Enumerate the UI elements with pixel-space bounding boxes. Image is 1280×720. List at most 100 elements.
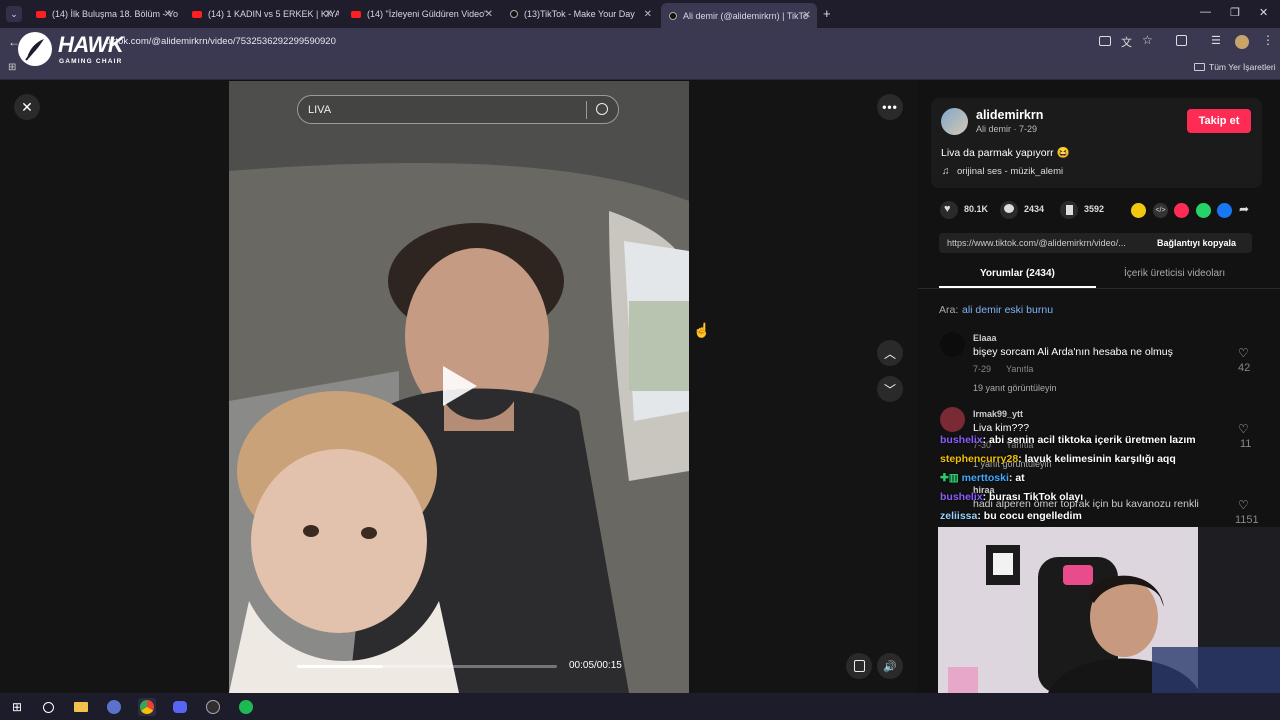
bookmark-star-icon[interactable]: ☆ — [1142, 33, 1153, 47]
video-progress-bar[interactable] — [297, 665, 557, 668]
comment-like-icon[interactable]: ♡ — [1238, 498, 1249, 512]
save-count: 3592 — [1084, 204, 1105, 214]
close-video-button[interactable]: ✕ — [14, 94, 40, 120]
youtube-icon — [36, 10, 46, 18]
webcam-frame — [938, 527, 1280, 693]
send-icon[interactable] — [1174, 203, 1189, 218]
search-suggest-prefix: Ara: — [939, 304, 959, 316]
comment-avatar[interactable] — [940, 407, 965, 432]
search-bar[interactable]: LIVA — [297, 95, 619, 124]
search-icon[interactable] — [596, 103, 608, 115]
video-progress-fill — [297, 665, 383, 668]
stream-chat-message: stephencurry28: lavuk kelimesinin karşıl… — [940, 453, 1176, 465]
like-count: 80.1K — [964, 204, 989, 214]
more-options-button[interactable]: ••• — [877, 94, 903, 120]
comment-button[interactable] — [1000, 201, 1018, 219]
close-tab-icon[interactable]: ✕ — [164, 9, 172, 20]
mouse-cursor-icon: ☝ — [693, 322, 711, 338]
facebook-icon[interactable] — [1217, 203, 1232, 218]
save-button[interactable] — [1060, 201, 1078, 219]
stream-chat-message: ✚▥ merttoski: at — [940, 472, 1025, 484]
browser-tab-4[interactable]: (13)TikTok - Make Your Day ✕ — [502, 4, 658, 24]
embed-icon[interactable]: </> — [1153, 203, 1168, 218]
view-replies-button[interactable]: 19 yanıt görüntüleyin — [973, 383, 1057, 393]
youtube-icon — [192, 10, 202, 18]
play-icon[interactable] — [443, 366, 477, 406]
translate-icon[interactable]: 文 — [1121, 34, 1132, 50]
start-windows-icon[interactable]: ⊞ — [8, 698, 26, 716]
music-note-icon: ♫ — [942, 166, 950, 177]
like-button[interactable]: ♥ — [940, 201, 958, 219]
tiktok-icon — [669, 11, 677, 20]
tab-creator-videos[interactable]: İçerik üreticisi videoları — [1124, 268, 1225, 279]
cast-icon[interactable] — [1099, 36, 1111, 46]
bookmark-icon — [1066, 205, 1073, 215]
obs-icon[interactable] — [204, 698, 222, 716]
comment-like-icon[interactable]: ♡ — [1238, 346, 1249, 360]
tab-search-icon[interactable]: ⌄ — [6, 6, 22, 22]
search-suggest-query[interactable]: ali demir eski burnu — [962, 304, 1053, 316]
chevron-down-icon: ﹀ — [883, 382, 896, 397]
video-player[interactable] — [229, 81, 689, 693]
comment-count: 2434 — [1024, 204, 1045, 214]
close-window-icon[interactable]: ✕ — [1259, 6, 1268, 19]
folder-icon — [1194, 63, 1205, 71]
browser-tab-2[interactable]: (14) 1 KADIN vs 5 ERKEK | KIYA ✕ — [184, 4, 339, 24]
search-input[interactable]: LIVA — [308, 104, 331, 116]
share-link-box: https://www.tiktok.com/@alidemirkrn/vide… — [939, 233, 1252, 253]
spotify-icon[interactable] — [237, 698, 255, 716]
pip-button[interactable] — [846, 653, 872, 679]
minimize-icon[interactable]: — — [1200, 6, 1211, 18]
author-username[interactable]: alidemirkrn — [976, 108, 1043, 122]
restore-icon[interactable]: ❐ — [1230, 6, 1240, 19]
address-bar: ← tiktok.com/@alidemirkrn/video/75325362… — [0, 28, 1280, 56]
share-link-text[interactable]: https://www.tiktok.com/@alidemirkrn/vide… — [947, 238, 1147, 248]
new-tab-button[interactable]: + — [823, 6, 831, 21]
browser-tab-5[interactable]: Ali demir (@alidemirkrn) | TikTo ✕ — [661, 3, 817, 28]
more-dots-icon: ••• — [882, 100, 898, 114]
close-tab-icon[interactable]: ✕ — [485, 9, 493, 20]
volume-button[interactable]: 🔊 — [877, 653, 903, 679]
whatsapp-icon[interactable] — [1196, 203, 1211, 218]
tab-comments[interactable]: Yorumlar (2434) — [980, 268, 1055, 279]
extensions-icon[interactable] — [1176, 35, 1187, 46]
search-divider — [586, 101, 587, 119]
url-field[interactable]: tiktok.com/@alidemirkrn/video/7532536292… — [106, 36, 336, 47]
comment-like-icon[interactable]: ♡ — [1238, 422, 1249, 436]
pip-icon — [853, 660, 865, 672]
comment-user[interactable]: Irmak99_ytt — [973, 409, 1023, 419]
close-tab-icon[interactable]: ✕ — [803, 10, 811, 21]
app-icon[interactable] — [105, 698, 123, 716]
next-video-button[interactable]: ﹀ — [877, 376, 903, 402]
apps-grid-icon[interactable]: ⊞ — [8, 62, 16, 73]
close-tab-icon[interactable]: ✕ — [325, 9, 333, 20]
all-bookmarks-link[interactable]: Tüm Yer İşaretleri — [1209, 62, 1276, 72]
author-avatar[interactable] — [941, 108, 968, 135]
music-title[interactable]: orijinal ses - müzik_alemi — [957, 166, 1063, 177]
file-explorer-icon[interactable] — [72, 698, 90, 716]
reading-list-icon[interactable]: ☰ — [1211, 34, 1221, 47]
hawk-subtitle: GAMING CHAIR — [59, 58, 123, 65]
chat-badge-icon: ✚▥ — [940, 472, 962, 484]
comment-avatar[interactable] — [940, 332, 965, 357]
copy-link-button[interactable]: Bağlantıyı kopyala — [1157, 238, 1236, 248]
search-taskbar-icon[interactable] — [39, 698, 57, 716]
coin-share-icon[interactable] — [1131, 203, 1146, 218]
comment-user[interactable]: Elaaa — [973, 333, 997, 343]
browser-tab-3[interactable]: (14) "İzleyeni Güldüren Video" ✕ — [343, 4, 499, 24]
close-icon: ✕ — [21, 98, 33, 115]
close-tab-icon[interactable]: ✕ — [644, 9, 652, 20]
browser-tab-1[interactable]: (14) İlk Buluşma 18. Bölüm - Yo ✕ — [28, 4, 178, 24]
video-caption: Liva da parmak yapıyorr 😆 — [941, 147, 1070, 159]
profile-avatar[interactable] — [1235, 35, 1249, 49]
discord-icon[interactable] — [171, 698, 189, 716]
chrome-icon[interactable] — [138, 698, 156, 716]
menu-icon[interactable]: ⋮ — [1262, 33, 1274, 47]
author-display-date: Ali demir · 7-29 — [976, 124, 1038, 134]
comment-like-count: 11 — [1240, 438, 1252, 450]
heart-icon: ♥ — [944, 203, 951, 215]
more-share-icon[interactable]: ➦ — [1239, 202, 1249, 216]
previous-video-button[interactable]: ︿ — [877, 340, 903, 366]
follow-button[interactable]: Takip et — [1187, 109, 1251, 133]
reply-button[interactable]: Yanıtla — [1006, 364, 1033, 374]
